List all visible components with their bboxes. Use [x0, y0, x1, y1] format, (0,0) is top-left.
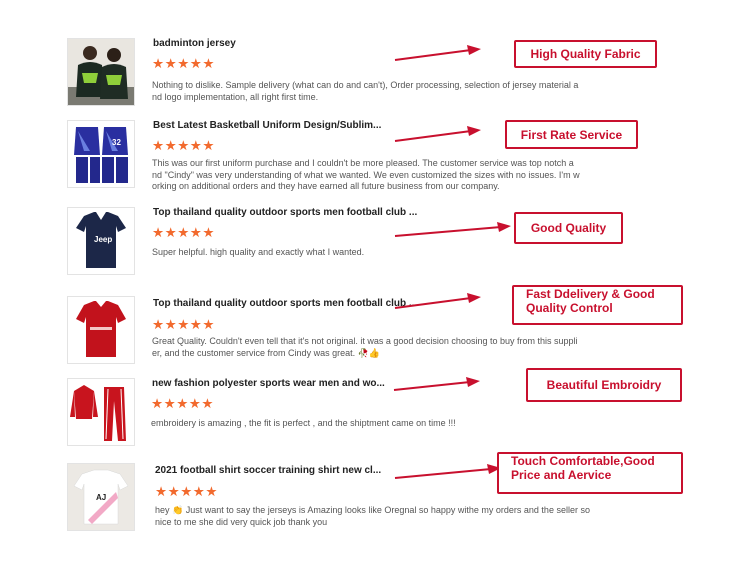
- arrow-right-icon: [393, 377, 480, 391]
- highlight-badge: High Quality Fabric: [514, 40, 657, 68]
- badge-line: Fast Ddelivery & Good: [526, 287, 655, 301]
- product-thumbnail[interactable]: 32: [67, 120, 135, 188]
- review-text: This was our first uniform purchase and …: [152, 158, 580, 192]
- review-text: Nothing to dislike. Sample delivery (wha…: [152, 80, 579, 102]
- highlight-badge: Good Quality: [514, 212, 623, 244]
- svg-text:Jeep: Jeep: [94, 235, 112, 244]
- review-product-title[interactable]: new fashion polyester sports wear men an…: [152, 378, 385, 389]
- arrow-right-icon: [394, 222, 511, 237]
- review-product-title[interactable]: Top thailand quality outdoor sports men …: [153, 207, 417, 218]
- review-product-title[interactable]: Top thailand quality outdoor sports men …: [153, 298, 417, 309]
- badge-line: Price and Aervice: [511, 468, 612, 482]
- review-text-body: Just want to say the jerseys is Amazing …: [155, 505, 590, 527]
- highlight-badge: Fast Ddelivery & Good Quality Control: [512, 285, 683, 325]
- arrow-right-icon: [394, 464, 501, 479]
- star-rating: ★★★★★: [155, 484, 219, 499]
- product-thumbnail[interactable]: [67, 378, 135, 446]
- product-thumbnail[interactable]: AJ: [67, 463, 135, 531]
- review-product-title[interactable]: badminton jersey: [153, 38, 236, 49]
- review-text-greeting: hey: [155, 505, 170, 515]
- review-text: hey 👏 Just want to say the jerseys is Am…: [155, 505, 600, 528]
- highlight-badge: Beautiful Embroidry: [526, 368, 682, 402]
- highlight-badge: First Rate Service: [505, 120, 638, 149]
- star-rating: ★★★★★: [151, 396, 215, 411]
- svg-text:32: 32: [112, 138, 121, 147]
- arrow-right-icon: [394, 126, 481, 142]
- review-product-title[interactable]: Best Latest Basketball Uniform Design/Su…: [153, 120, 381, 131]
- product-thumbnail[interactable]: [67, 296, 135, 364]
- product-thumbnail[interactable]: [67, 38, 135, 106]
- badge-line: Quality Control: [526, 301, 613, 315]
- review-text: Great Quality. Couldn't even tell that i…: [152, 336, 584, 359]
- star-rating: ★★★★★: [152, 317, 216, 332]
- highlight-badge: Touch Comfortable,Good Price and Aervice: [497, 452, 683, 494]
- review-text: Super helpful. high quality and exactly …: [152, 247, 365, 257]
- badge-line: Touch Comfortable,Good: [511, 454, 655, 468]
- product-thumbnail[interactable]: Jeep: [67, 207, 135, 275]
- clapping-hands-icon: 👏: [172, 505, 184, 515]
- star-rating: ★★★★★: [152, 56, 216, 71]
- rose-thumbs-up-icon: 🥀👍: [357, 347, 381, 358]
- star-rating: ★★★★★: [152, 225, 216, 240]
- review-product-title[interactable]: 2021 football shirt soccer training shir…: [155, 465, 381, 476]
- arrow-right-icon: [394, 293, 481, 309]
- review-text: embroidery is amazing , the fit is perfe…: [151, 418, 456, 428]
- arrow-right-icon: [394, 45, 481, 61]
- star-rating: ★★★★★: [152, 138, 216, 153]
- svg-text:AJ: AJ: [96, 493, 106, 502]
